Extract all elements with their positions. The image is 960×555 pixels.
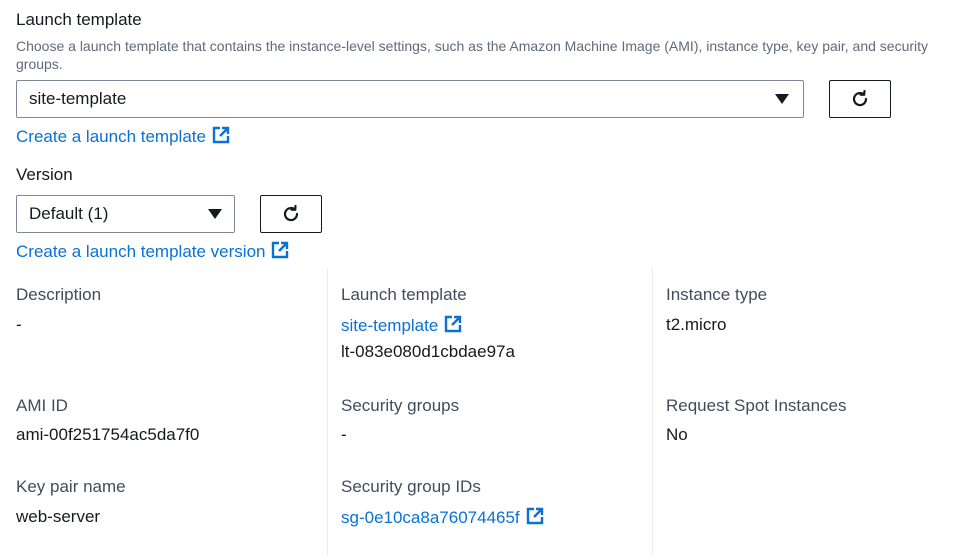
create-launch-template-version-link[interactable]: Create a launch template version (16, 241, 289, 262)
security-groups-value: - (341, 425, 347, 444)
ami-id-value: ami-00f251754ac5da7f0 (16, 425, 200, 444)
version-select[interactable]: Default (1) (16, 195, 235, 233)
external-link-icon (526, 507, 543, 525)
caret-down-icon (775, 94, 789, 104)
launch-template-label: Launch template (16, 10, 142, 29)
request-spot-label: Request Spot Instances (666, 396, 847, 415)
launch-template-refresh-button[interactable] (829, 80, 891, 118)
refresh-icon (852, 89, 868, 107)
instance-type-label: Instance type (666, 285, 768, 304)
instance-type-value: t2.micro (666, 315, 727, 334)
description-value: - (16, 315, 22, 334)
security-group-ids-label: Security group IDs (341, 477, 481, 496)
launch-template-detail-label: Launch template (341, 285, 467, 304)
external-link-icon (272, 241, 289, 259)
security-group-id-link-text[interactable]: sg-0e10ca8a76074465f (341, 508, 520, 527)
key-pair-label: Key pair name (16, 477, 126, 496)
launch-template-detail-link-text[interactable]: site-template (341, 316, 438, 335)
caret-down-icon (208, 209, 222, 219)
launch-template-select[interactable]: site-template (16, 80, 804, 118)
version-refresh-button[interactable] (260, 195, 322, 233)
ami-id-label: AMI ID (16, 396, 68, 415)
version-label: Version (16, 165, 73, 184)
request-spot-value: No (666, 425, 688, 444)
description-label: Description (16, 285, 102, 304)
key-pair-value: web-server (16, 507, 101, 526)
create-launch-template-version-link-text[interactable]: Create a launch template version (16, 242, 265, 261)
external-link-icon (212, 126, 230, 144)
external-link-icon (445, 315, 462, 333)
security-group-id-link[interactable]: sg-0e10ca8a76074465f (341, 507, 544, 528)
create-launch-template-link[interactable]: Create a launch template (16, 126, 230, 147)
version-select-value: Default (1) (29, 204, 109, 223)
create-launch-template-link-text[interactable]: Create a launch template (16, 127, 206, 146)
security-groups-label: Security groups (341, 396, 460, 415)
column-divider (652, 268, 653, 555)
launch-template-select-value: site-template (29, 89, 127, 108)
column-divider (327, 268, 328, 555)
refresh-icon (283, 204, 299, 222)
launch-template-id: lt-083e080d1cbdae97a (341, 342, 515, 361)
launch-template-detail-link[interactable]: site-template (341, 315, 462, 336)
launch-template-description: Choose a launch template that contains t… (16, 38, 929, 72)
